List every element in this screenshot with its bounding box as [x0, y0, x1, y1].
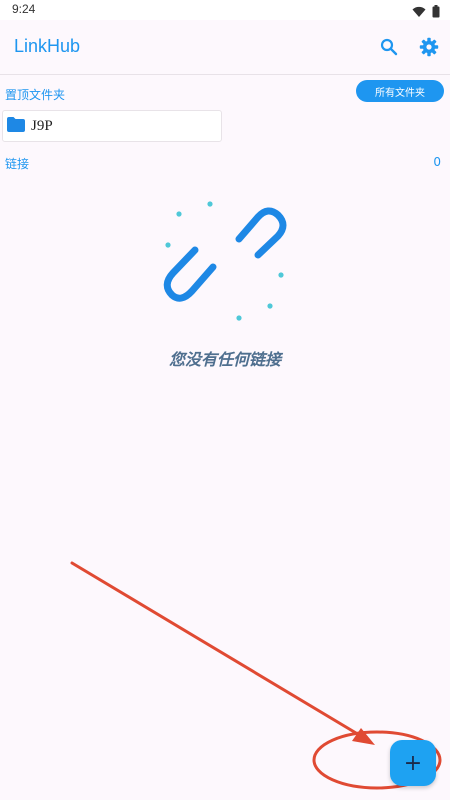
add-link-button[interactable]: + — [390, 740, 436, 786]
app-screen: 9:24 LinkHub 置顶文件夹 所有文件夹 J9P 链接 0 您没有任何链… — [0, 0, 450, 800]
annotation-arrow — [70, 561, 442, 790]
